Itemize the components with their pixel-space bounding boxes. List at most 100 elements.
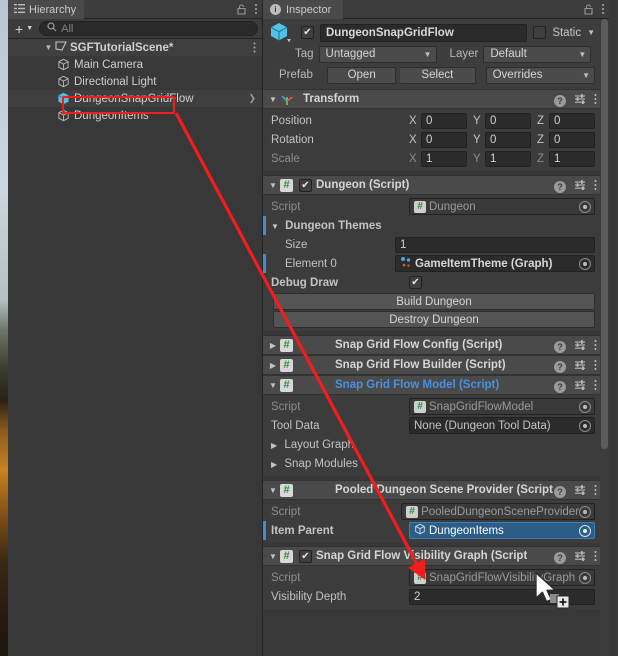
scale-z-input[interactable]: 1 <box>549 151 595 167</box>
position-z-input[interactable]: 0 <box>549 113 595 129</box>
dungeon-script-field[interactable]: # Dungeon <box>409 198 595 215</box>
help-icon[interactable]: ? <box>554 341 566 353</box>
prefab-select-button[interactable]: Select <box>400 67 475 84</box>
help-icon[interactable]: ? <box>554 95 566 107</box>
help-icon[interactable]: ? <box>554 361 566 373</box>
component-header-sgf-visibility[interactable]: ▼ # ✔ Snap Grid Flow Visibility Graph (S… <box>263 546 601 566</box>
tool-data-object-field[interactable]: None (Dungeon Tool Data) <box>409 417 595 434</box>
sgf-model-script-field[interactable]: # SnapGridFlowModel <box>409 398 595 415</box>
scene-view-sliver[interactable] <box>0 0 8 656</box>
kebab-menu-icon[interactable] <box>594 339 597 354</box>
kebab-menu-icon[interactable] <box>254 3 258 18</box>
object-picker-icon[interactable] <box>579 420 591 432</box>
kebab-menu-icon[interactable] <box>601 3 605 18</box>
hierarchy-row-directional-light[interactable]: Directional Light <box>8 73 262 90</box>
lock-icon[interactable] <box>236 4 247 18</box>
object-picker-icon[interactable] <box>579 525 591 537</box>
tab-hierarchy[interactable]: Hierarchy <box>8 0 84 19</box>
foldout-arrow-icon[interactable]: ▶ <box>266 361 280 370</box>
rotation-x-input[interactable]: 0 <box>421 132 467 148</box>
element0-object-field[interactable]: GameItemTheme (Graph) <box>395 255 595 272</box>
component-title[interactable]: Snap Grid Flow Model (Script) <box>335 379 499 391</box>
prefab-enter-chevron-icon[interactable]: ❯ <box>248 93 256 104</box>
foldout-arrow-icon[interactable]: ▼ <box>266 181 280 190</box>
prefab-open-button[interactable]: Open <box>327 67 396 84</box>
gameobject-name-input[interactable]: DungeonSnapGridFlow <box>320 24 527 42</box>
kebab-menu-icon[interactable] <box>594 93 597 108</box>
visibility-script-field[interactable]: # SnapGridFlowVisibilityGraph <box>409 569 595 586</box>
static-checkbox[interactable] <box>533 26 546 39</box>
component-header-sgf-config[interactable]: ▶ # Snap Grid Flow Config (Script) ? <box>263 335 601 355</box>
foldout-arrow-icon[interactable]: ▼ <box>42 43 55 52</box>
position-label: Position <box>271 115 409 127</box>
hierarchy-search-input[interactable]: All <box>39 21 258 36</box>
scale-x-input[interactable]: 1 <box>421 151 467 167</box>
kebab-menu-icon[interactable] <box>594 550 597 565</box>
component-header-dungeon[interactable]: ▼ # ✔ Dungeon (Script) ? <box>263 175 601 195</box>
gameobject-enabled-checkbox[interactable]: ✔ <box>301 26 314 39</box>
inspector-scrollbar[interactable] <box>600 19 609 656</box>
object-picker-icon[interactable] <box>579 201 591 213</box>
kebab-menu-icon[interactable] <box>594 179 597 194</box>
build-dungeon-button[interactable]: Build Dungeon <box>273 293 595 310</box>
foldout-arrow-icon[interactable]: ▼ <box>266 95 280 104</box>
tab-inspector[interactable]: i Inspector <box>263 0 343 19</box>
layer-dropdown[interactable]: Default ▼ <box>483 46 591 63</box>
hierarchy-row-dungeonsnapgridflow[interactable]: DungeonSnapGridFlow ❯ <box>8 90 262 107</box>
rotation-z-input[interactable]: 0 <box>549 132 595 148</box>
position-x-input[interactable]: 0 <box>421 113 467 129</box>
component-header-pooled-provider[interactable]: ▼ # Pooled Dungeon Scene Provider (Scrip… <box>263 480 601 500</box>
snap-modules-foldout[interactable]: ▶ Snap Modules <box>263 454 601 473</box>
scale-y-input[interactable]: 1 <box>485 151 531 167</box>
debug-draw-checkbox[interactable]: ✔ <box>409 276 422 289</box>
preset-icon[interactable] <box>574 179 586 194</box>
foldout-arrow-icon[interactable]: ▼ <box>266 552 280 561</box>
kebab-menu-icon[interactable] <box>594 484 597 499</box>
object-picker-icon[interactable] <box>579 572 591 584</box>
scene-kebab-menu-icon[interactable] <box>253 42 256 54</box>
size-input[interactable]: 1 <box>395 237 595 253</box>
add-gameobject-button[interactable]: + ▼ <box>12 21 36 37</box>
foldout-arrow-icon[interactable]: ▶ <box>266 341 280 350</box>
foldout-arrow-icon[interactable]: ▼ <box>266 381 280 390</box>
help-icon[interactable]: ? <box>554 381 566 393</box>
hierarchy-row-scene[interactable]: ▼ SGFTutorialScene* <box>8 39 262 56</box>
preset-icon[interactable] <box>574 379 586 394</box>
rotation-y-input[interactable]: 0 <box>485 132 531 148</box>
static-dropdown-chevron-icon[interactable]: ▼ <box>587 28 595 37</box>
dungeon-enabled-checkbox[interactable]: ✔ <box>299 179 312 192</box>
item-parent-object-field[interactable]: DungeonItems <box>409 522 595 539</box>
component-header-sgf-builder[interactable]: ▶ # Snap Grid Flow Builder (Script) ? <box>263 355 601 375</box>
preset-icon[interactable] <box>574 359 586 374</box>
lock-icon[interactable] <box>583 4 594 18</box>
position-y-input[interactable]: 0 <box>485 113 531 129</box>
preset-icon[interactable] <box>574 339 586 354</box>
preset-icon[interactable] <box>574 484 586 499</box>
preset-icon[interactable] <box>574 550 586 565</box>
help-icon[interactable]: ? <box>554 552 566 564</box>
component-header-sgf-model[interactable]: ▼ # Snap Grid Flow Model (Script) ? <box>263 375 601 395</box>
object-picker-icon[interactable] <box>579 258 591 270</box>
dungeon-themes-row[interactable]: ▼ Dungeon Themes <box>263 216 601 235</box>
foldout-arrow-icon[interactable]: ▼ <box>266 486 280 495</box>
help-icon[interactable]: ? <box>554 486 566 498</box>
layout-graph-foldout[interactable]: ▶ Layout Graph <box>263 435 601 454</box>
kebab-menu-icon[interactable] <box>594 379 597 394</box>
hierarchy-row-main-camera[interactable]: Main Camera <box>8 56 262 73</box>
provider-script-field[interactable]: # PooledDungeonSceneProvider <box>401 503 595 520</box>
hierarchy-row-dungeonitems[interactable]: DungeonItems <box>8 107 262 124</box>
preset-icon[interactable] <box>574 93 586 108</box>
prefab-overrides-dropdown[interactable]: Overrides ▼ <box>486 67 595 84</box>
visibility-depth-input[interactable]: 2 <box>409 589 595 605</box>
inspector-scrollbar-thumb[interactable] <box>601 19 608 449</box>
component-header-transform[interactable]: ▼ Transform ? <box>263 89 601 109</box>
visibility-enabled-checkbox[interactable]: ✔ <box>299 550 312 563</box>
dungeon-debugdraw-row: Debug Draw ✔ <box>263 273 601 292</box>
dungeon-themes-foldout[interactable]: ▼ Dungeon Themes <box>271 220 382 232</box>
help-icon[interactable]: ? <box>554 181 566 193</box>
object-picker-icon[interactable] <box>579 506 591 518</box>
destroy-dungeon-button[interactable]: Destroy Dungeon <box>273 311 595 328</box>
kebab-menu-icon[interactable] <box>594 359 597 374</box>
tag-dropdown[interactable]: Untagged ▼ <box>319 46 437 63</box>
object-picker-icon[interactable] <box>579 401 591 413</box>
